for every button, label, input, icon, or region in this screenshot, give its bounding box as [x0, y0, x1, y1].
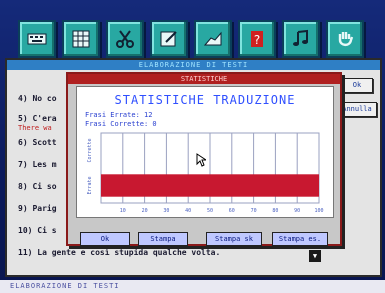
- text-line[interactable]: 9) Parig: [18, 204, 57, 213]
- x-tick-label: 50: [207, 208, 213, 214]
- question-icon[interactable]: ?: [238, 20, 276, 58]
- svg-text:?: ?: [254, 33, 260, 47]
- text-line[interactable]: 5) C'era: [18, 114, 57, 123]
- text-line[interactable]: 8) Ci so: [18, 182, 57, 191]
- category-label: Corrette: [87, 138, 93, 162]
- x-tick-label: 30: [163, 208, 169, 214]
- status-text: ELABORAZIONE DI TESTI: [10, 282, 120, 290]
- text-line[interactable]: 7) Les m: [18, 160, 57, 169]
- keyboard-icon[interactable]: [18, 20, 56, 58]
- category-label: Errate: [87, 176, 93, 194]
- statistics-heading: STATISTICHE TRADUZIONE: [114, 93, 296, 107]
- x-tick-label: 20: [142, 208, 148, 214]
- bar-errate: [101, 174, 319, 197]
- x-tick-label: 10: [120, 208, 126, 214]
- mouse-pointer-icon: [196, 153, 206, 167]
- text-line-translation: There wa: [18, 124, 52, 132]
- x-tick-label: 60: [229, 208, 235, 214]
- print-button[interactable]: Stampa: [138, 232, 188, 246]
- dialog-ok-button[interactable]: Ok: [80, 232, 130, 246]
- status-bar: ELABORAZIONE DI TESTI: [0, 280, 385, 293]
- text-line[interactable]: 10) Ci s: [18, 226, 57, 235]
- print-es-button[interactable]: Stampa es.: [272, 232, 328, 246]
- x-tick-label: 100: [314, 208, 323, 214]
- text-line[interactable]: 11) La gente e così stupida qualche volt…: [18, 248, 220, 257]
- x-tick-label: 90: [294, 208, 300, 214]
- print-sk-button[interactable]: Stampa sk: [206, 232, 262, 246]
- window-title: ELABORAZIONE DI TESTI: [7, 60, 380, 70]
- hand-write-icon[interactable]: [194, 20, 232, 58]
- translation-chart: Corrette Errate 10 20 30 40 50 60 70 80 90 100: [87, 132, 324, 214]
- edit-icon[interactable]: [150, 20, 188, 58]
- wrong-sentences-count: Frasi Errate: 12: [85, 111, 153, 119]
- x-tick-label: 70: [251, 208, 257, 214]
- text-line[interactable]: 4) No co: [18, 94, 57, 103]
- cancel-button[interactable]: Annulla: [337, 102, 377, 117]
- x-tick-label: 40: [185, 208, 191, 214]
- ok-button[interactable]: Ok: [341, 78, 373, 93]
- hand-stop-icon[interactable]: [326, 20, 364, 58]
- toolbar: ?: [18, 20, 364, 62]
- grid-icon[interactable]: [62, 20, 100, 58]
- scissors-icon[interactable]: [106, 20, 144, 58]
- music-icon[interactable]: [282, 20, 320, 58]
- x-tick-label: 80: [272, 208, 278, 214]
- dialog-title: STATISTICHE: [68, 74, 340, 84]
- scroll-down-icon[interactable]: ▼: [309, 250, 321, 262]
- correct-sentences-count: Frasi Corrette: 0: [85, 120, 157, 128]
- text-line[interactable]: 6) Scott: [18, 138, 57, 147]
- statistics-panel: STATISTICHE TRADUZIONE Frasi Errate: 12 …: [76, 86, 334, 218]
